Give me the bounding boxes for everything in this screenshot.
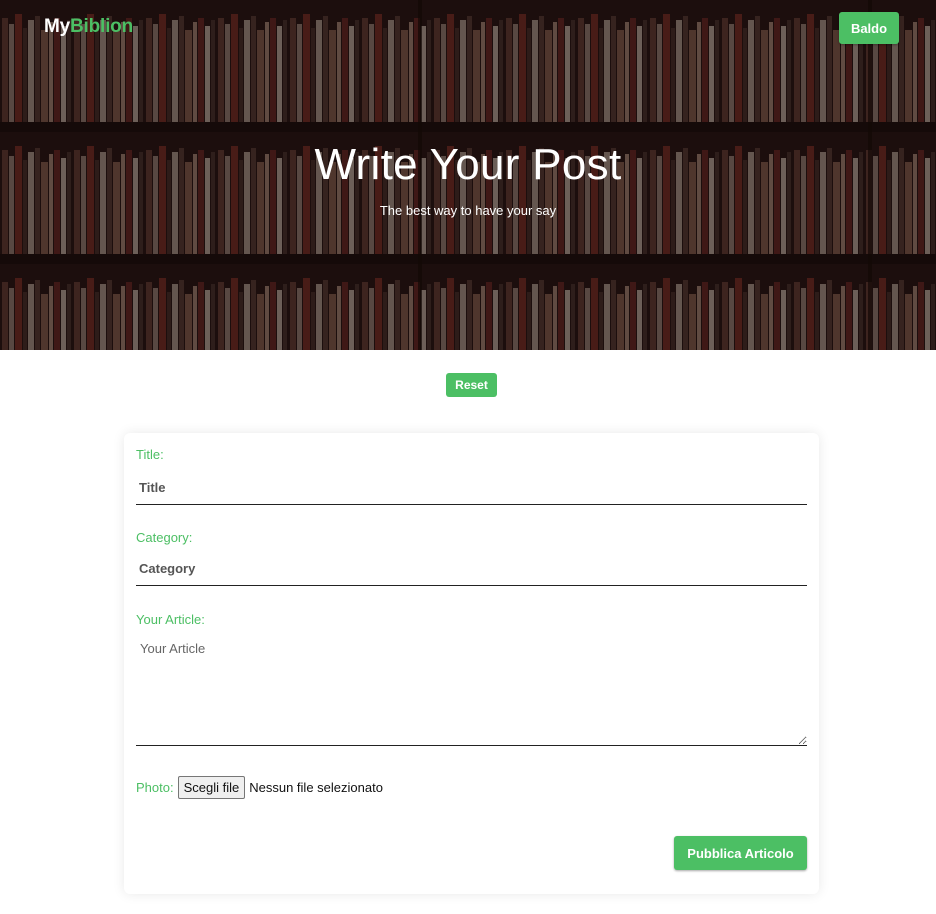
user-menu-button[interactable]: Baldo — [839, 12, 899, 44]
article-textarea[interactable] — [136, 633, 807, 746]
title-input[interactable] — [136, 471, 807, 505]
file-status-text: Nessun file selezionato — [249, 779, 383, 795]
category-input[interactable] — [136, 552, 807, 586]
brand-my: My — [44, 16, 70, 37]
reset-button[interactable]: Reset — [446, 373, 497, 397]
choose-file-button[interactable]: Scegli file — [177, 775, 246, 799]
title-label: Title: — [136, 447, 164, 462]
article-label: Your Article: — [136, 612, 205, 627]
photo-upload-row: Photo: Scegli file Nessun file seleziona… — [136, 775, 383, 799]
page-title: Write Your Post — [314, 140, 622, 189]
publish-article-button[interactable]: Pubblica Articolo — [674, 836, 807, 870]
brand-biblion: Biblion — [70, 16, 133, 37]
page-subtitle: The best way to have your say — [379, 203, 557, 218]
post-form: Title: Category: Your Article: Photo: Sc… — [124, 433, 819, 894]
hero-banner: MyBiblion Baldo Write Your Post The best… — [0, 0, 936, 350]
brand-logo[interactable]: MyBiblion — [44, 16, 133, 38]
category-label: Category: — [136, 530, 193, 545]
photo-label: Photo: — [136, 779, 174, 795]
